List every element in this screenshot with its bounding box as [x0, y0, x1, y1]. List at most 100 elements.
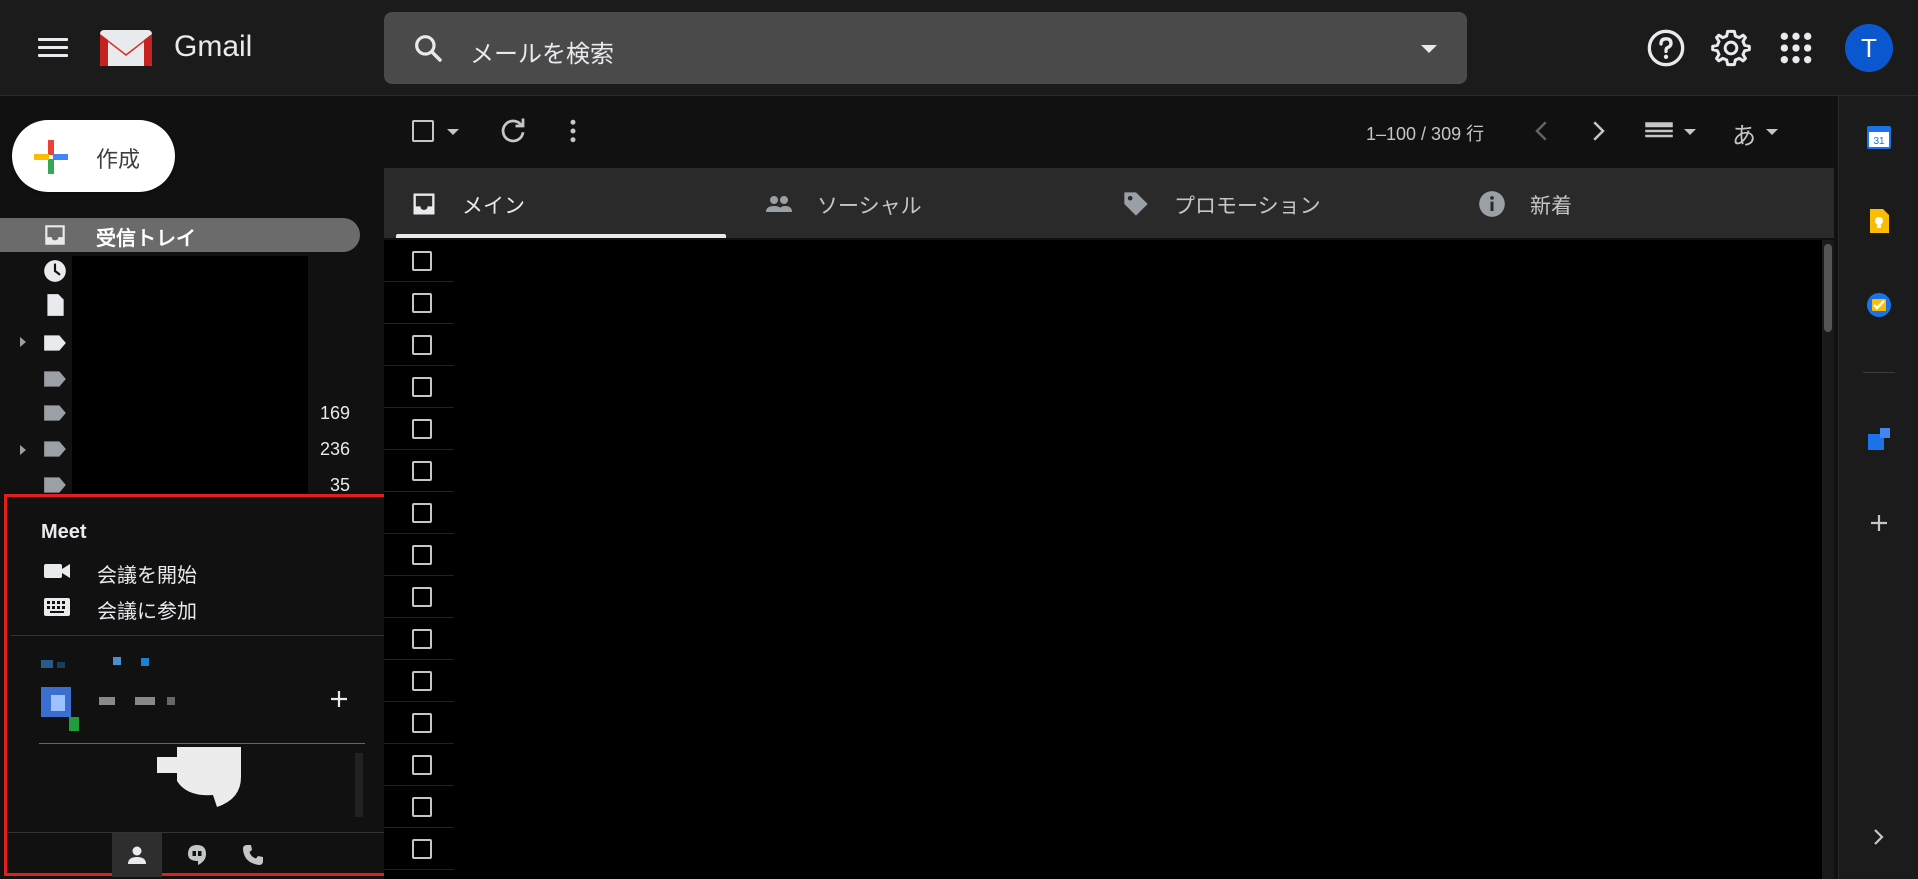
label-icon[interactable] — [42, 366, 68, 392]
tab-phone[interactable] — [228, 833, 278, 877]
table-row[interactable] — [384, 618, 454, 660]
clock-icon[interactable] — [42, 258, 68, 284]
chat-divider — [39, 743, 365, 744]
chat-scrollbar[interactable] — [355, 753, 363, 817]
row-checkbox[interactable] — [412, 755, 432, 775]
search-options-icon[interactable] — [1421, 45, 1437, 53]
add-chat-icon[interactable] — [327, 687, 351, 711]
chat-bubble-icon — [157, 747, 241, 807]
info-icon — [1479, 191, 1505, 217]
gmail-logo-icon[interactable] — [98, 26, 154, 70]
add-addon-icon[interactable] — [1866, 510, 1892, 536]
density-options-icon[interactable] — [1684, 129, 1696, 135]
expand-arrow-icon[interactable] — [20, 337, 26, 347]
help-icon[interactable] — [1646, 28, 1686, 68]
select-options-icon[interactable] — [447, 129, 459, 135]
redacted-heading — [41, 657, 149, 668]
table-row[interactable] — [384, 240, 454, 282]
row-checkbox[interactable] — [412, 797, 432, 817]
draft-icon[interactable] — [42, 292, 68, 318]
addon-icon[interactable] — [1866, 426, 1892, 452]
search-icon[interactable] — [412, 32, 444, 64]
label-count: 35 — [329, 475, 350, 495]
tasks-icon[interactable] — [1866, 292, 1892, 318]
redacted-labels — [72, 256, 308, 494]
table-row[interactable] — [384, 786, 454, 828]
row-checkbox[interactable] — [412, 587, 432, 607]
scrollbar-thumb[interactable] — [1824, 244, 1832, 332]
input-tools-button[interactable]: あ — [1732, 116, 1756, 151]
select-all-checkbox[interactable] — [412, 120, 434, 142]
gmail-brand: Gmail — [174, 30, 253, 63]
tab-hangouts[interactable] — [172, 833, 222, 877]
compose-label: 作成 — [96, 147, 141, 172]
person-icon — [128, 846, 146, 864]
next-page-icon[interactable] — [1583, 116, 1613, 146]
redacted-name — [99, 697, 175, 705]
hangouts-icon — [188, 845, 206, 865]
row-checkbox[interactable] — [412, 839, 432, 859]
label-icon[interactable] — [42, 400, 68, 426]
row-checkbox[interactable] — [412, 629, 432, 649]
active-tab-indicator — [396, 234, 726, 238]
keep-icon[interactable] — [1866, 208, 1892, 234]
keyboard-icon — [44, 598, 70, 616]
table-row[interactable] — [384, 702, 454, 744]
row-checkbox[interactable] — [412, 251, 432, 271]
expand-arrow-icon[interactable] — [20, 445, 26, 455]
tab-contacts[interactable] — [112, 833, 162, 877]
prev-page-icon[interactable] — [1527, 116, 1557, 146]
gmail-app: Gmail メールを検索 T 作成 受信トレイ 169 236 35 Meet … — [0, 0, 1918, 879]
table-row[interactable] — [384, 408, 454, 450]
category-tabs: メイン ソーシャル プロモーション 新着 — [384, 168, 1834, 238]
table-row[interactable] — [384, 828, 454, 870]
more-options-icon[interactable] — [558, 116, 588, 146]
people-icon — [766, 196, 792, 212]
tab-social[interactable]: ソーシャル — [739, 168, 1096, 238]
tab-promotions[interactable]: プロモーション — [1096, 168, 1452, 238]
compose-plus-icon — [34, 140, 68, 174]
tab-main[interactable]: メイン — [384, 168, 739, 238]
gear-icon[interactable] — [1711, 28, 1751, 68]
search-input[interactable]: メールを検索 — [470, 34, 614, 69]
label-icon[interactable] — [42, 436, 68, 462]
avatar[interactable] — [41, 687, 81, 733]
table-row[interactable] — [384, 660, 454, 702]
table-row[interactable] — [384, 534, 454, 576]
tab-updates[interactable]: 新着 — [1452, 168, 1812, 238]
pagination-text: 1–100 / 309 行 — [1366, 124, 1485, 144]
table-row[interactable] — [384, 492, 454, 534]
row-checkbox[interactable] — [412, 419, 432, 439]
start-meeting-link[interactable]: 会議を開始 — [97, 559, 197, 588]
side-panel: 31 — [1838, 96, 1918, 879]
label-icon[interactable] — [42, 330, 68, 356]
chevron-right-icon[interactable] — [1866, 824, 1892, 850]
table-row[interactable] — [384, 450, 454, 492]
table-row[interactable] — [384, 324, 454, 366]
density-icon[interactable] — [1644, 116, 1674, 146]
table-row[interactable] — [384, 744, 454, 786]
input-tools-options-icon[interactable] — [1766, 129, 1778, 135]
row-checkbox[interactable] — [412, 461, 432, 481]
calendar-icon[interactable]: 31 — [1866, 124, 1892, 150]
table-row[interactable] — [384, 366, 454, 408]
row-checkbox[interactable] — [412, 503, 432, 523]
compose-button[interactable]: 作成 — [12, 120, 175, 192]
join-meeting-link[interactable]: 会議に参加 — [97, 595, 197, 624]
tab-label: プロモーション — [1174, 195, 1321, 218]
refresh-icon[interactable] — [498, 116, 528, 146]
table-row[interactable] — [384, 282, 454, 324]
account-avatar[interactable]: T — [1845, 24, 1893, 72]
search-bar[interactable]: メールを検索 — [384, 12, 1467, 84]
mail-list-scrollbar[interactable] — [1822, 240, 1834, 879]
row-checkbox[interactable] — [412, 335, 432, 355]
row-checkbox[interactable] — [412, 545, 432, 565]
main-menu-icon[interactable] — [38, 33, 68, 63]
row-checkbox[interactable] — [412, 671, 432, 691]
row-checkbox[interactable] — [412, 713, 432, 733]
row-checkbox[interactable] — [412, 293, 432, 313]
apps-grid-icon[interactable] — [1776, 28, 1816, 68]
row-checkbox[interactable] — [412, 377, 432, 397]
table-row[interactable] — [384, 576, 454, 618]
mail-toolbar: 1–100 / 309 行 あ — [384, 96, 1834, 166]
